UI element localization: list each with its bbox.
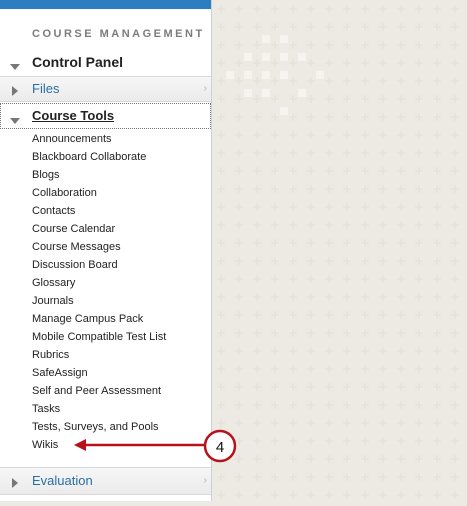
tool-link-glossary[interactable]: Glossary — [32, 274, 166, 292]
evaluation-label: Evaluation — [32, 473, 93, 488]
triangle-down-icon — [10, 58, 20, 76]
tool-link-tasks[interactable]: Tasks — [32, 400, 166, 418]
course-menu-sidebar: COURSE MANAGEMENT Control Panel Files › … — [0, 0, 212, 501]
course-tools-menu-item[interactable]: Course Tools — [0, 103, 211, 129]
tool-link-self-and-peer-assessment[interactable]: Self and Peer Assessment — [32, 382, 166, 400]
triangle-right-icon — [12, 475, 19, 493]
tool-link-discussion-board[interactable]: Discussion Board — [32, 256, 166, 274]
tool-link-safeassign[interactable]: SafeAssign — [32, 364, 166, 382]
files-label: Files — [32, 81, 60, 96]
course-tools-list: Announcements Blackboard Collaborate Blo… — [32, 130, 166, 454]
sidebar-top-strip — [0, 0, 211, 9]
files-menu-item[interactable]: Files › — [0, 76, 211, 102]
triangle-right-icon — [12, 83, 19, 101]
tool-link-collaboration[interactable]: Collaboration — [32, 184, 166, 202]
control-panel-label: Control Panel — [32, 54, 124, 70]
plus-pattern — [212, 0, 467, 501]
tool-link-tests-surveys-pools[interactable]: Tests, Surveys, and Pools — [32, 418, 166, 436]
chevron-right-icon: › — [203, 83, 207, 94]
tool-link-announcements[interactable]: Announcements — [32, 130, 166, 148]
control-panel-header[interactable]: Control Panel — [0, 50, 211, 74]
tool-link-contacts[interactable]: Contacts — [32, 202, 166, 220]
tool-link-blackboard-collaborate[interactable]: Blackboard Collaborate — [32, 148, 166, 166]
chevron-right-icon: › — [203, 475, 207, 486]
tool-link-rubrics[interactable]: Rubrics — [32, 346, 166, 364]
tool-link-journals[interactable]: Journals — [32, 292, 166, 310]
triangle-down-icon — [10, 112, 20, 130]
tool-link-wikis[interactable]: Wikis — [32, 436, 166, 454]
course-tools-label: Course Tools — [32, 108, 115, 123]
section-title: COURSE MANAGEMENT — [32, 28, 205, 40]
tool-link-mobile-compatible-test-list[interactable]: Mobile Compatible Test List — [32, 328, 166, 346]
tool-link-course-messages[interactable]: Course Messages — [32, 238, 166, 256]
tool-link-course-calendar[interactable]: Course Calendar — [32, 220, 166, 238]
tool-link-blogs[interactable]: Blogs — [32, 166, 166, 184]
content-background — [212, 0, 467, 501]
tool-link-manage-campus-pack[interactable]: Manage Campus Pack — [32, 310, 166, 328]
evaluation-menu-item[interactable]: Evaluation › — [0, 467, 211, 495]
